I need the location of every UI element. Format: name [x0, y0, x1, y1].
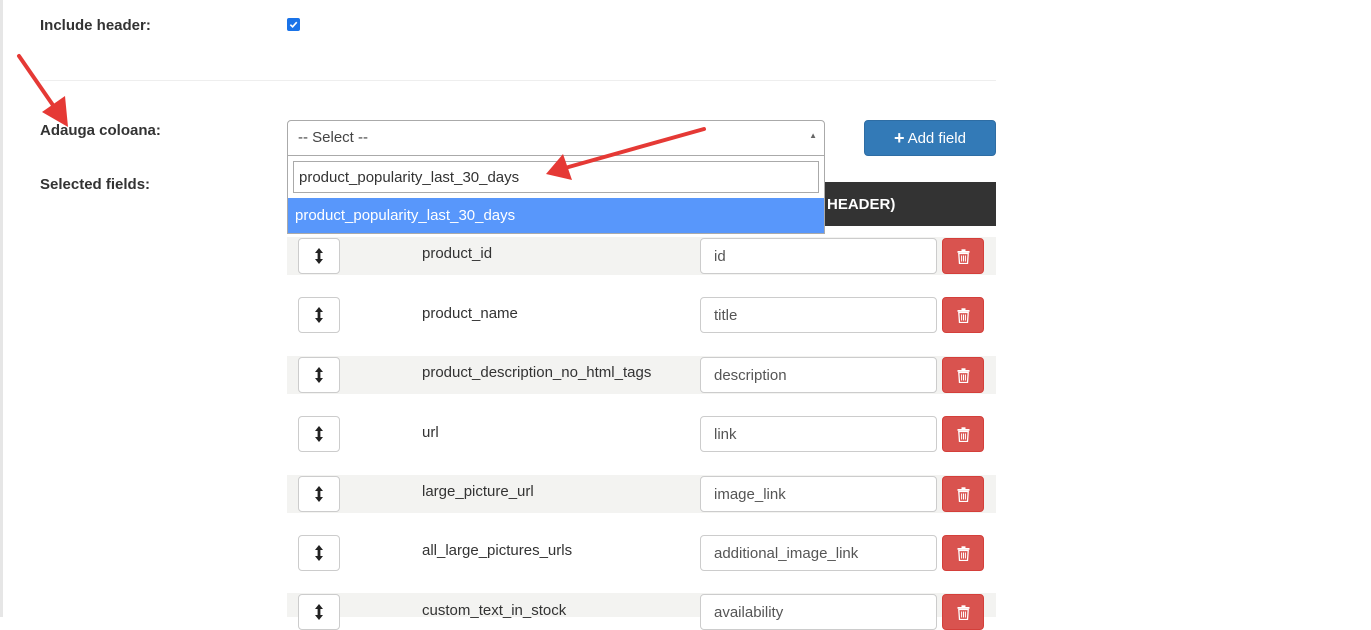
delete-button[interactable]	[942, 416, 984, 452]
trash-icon	[957, 486, 969, 502]
drag-handle[interactable]	[298, 476, 340, 512]
dropdown-option-highlighted[interactable]: product_popularity_last_30_days	[288, 198, 824, 233]
trash-icon	[957, 545, 969, 561]
field-name: all_large_pictures_urls	[422, 542, 573, 559]
table-row: product_id	[287, 237, 996, 275]
table-row: all_large_pictures_urls	[287, 534, 996, 572]
plus-icon: +	[894, 128, 905, 148]
trash-icon	[957, 307, 969, 323]
delete-button[interactable]	[942, 594, 984, 630]
drag-handle[interactable]	[298, 535, 340, 571]
column-select-value: -- Select --	[298, 129, 369, 146]
trash-icon	[957, 248, 969, 264]
left-border	[0, 0, 3, 617]
drag-handle[interactable]	[298, 416, 340, 452]
delete-button[interactable]	[942, 357, 984, 393]
field-name: custom_text_in_stock	[422, 602, 567, 619]
header-input[interactable]	[700, 297, 937, 333]
header-input[interactable]	[700, 476, 937, 512]
annotation-arrow-add-column	[17, 54, 68, 127]
header-input[interactable]	[700, 238, 937, 274]
delete-button[interactable]	[942, 238, 984, 274]
add-column-label: Adauga coloana:	[40, 122, 161, 139]
field-name: large_picture_url	[422, 483, 534, 500]
field-name: product_name	[422, 305, 518, 322]
dropdown-search-input[interactable]	[293, 161, 819, 193]
drag-handle[interactable]	[298, 238, 340, 274]
caret-up-icon: ▲	[809, 131, 817, 140]
include-header-checkbox[interactable]	[287, 18, 300, 31]
header-column-label: HEADER)	[827, 196, 896, 213]
column-select-dropdown: product_popularity_last_30_days	[287, 156, 825, 234]
column-select[interactable]: -- Select -- ▲	[287, 120, 825, 156]
table-row: url	[287, 415, 996, 453]
field-name: product_id	[422, 245, 493, 262]
table-row: product_description_no_html_tags	[287, 356, 996, 394]
vertical-arrows-icon	[315, 604, 323, 620]
trash-icon	[957, 604, 969, 620]
delete-button[interactable]	[942, 476, 984, 512]
vertical-arrows-icon	[315, 248, 323, 264]
add-field-button[interactable]: + Add field	[864, 120, 996, 156]
table-row: product_name	[287, 296, 996, 334]
vertical-arrows-icon	[315, 486, 323, 502]
drag-handle[interactable]	[298, 357, 340, 393]
vertical-arrows-icon	[315, 545, 323, 561]
table-row: large_picture_url	[287, 475, 996, 513]
include-header-label: Include header:	[40, 17, 151, 34]
drag-handle[interactable]	[298, 594, 340, 630]
selected-fields-label: Selected fields:	[40, 176, 151, 193]
add-field-label: Add field	[907, 129, 966, 147]
table-row: custom_text_in_stock	[287, 593, 996, 630]
vertical-arrows-icon	[315, 307, 323, 323]
trash-icon	[957, 367, 969, 383]
trash-icon	[957, 426, 969, 442]
delete-button[interactable]	[942, 535, 984, 571]
vertical-arrows-icon	[315, 367, 323, 383]
delete-button[interactable]	[942, 297, 984, 333]
header-input[interactable]	[700, 416, 937, 452]
drag-handle[interactable]	[298, 297, 340, 333]
field-name: url	[422, 424, 439, 441]
header-input[interactable]	[700, 594, 937, 630]
vertical-arrows-icon	[315, 426, 323, 442]
header-input[interactable]	[700, 535, 937, 571]
divider	[40, 80, 996, 81]
field-name: product_description_no_html_tags	[422, 364, 652, 381]
header-input[interactable]	[700, 357, 937, 393]
checkmark-icon	[289, 21, 298, 29]
